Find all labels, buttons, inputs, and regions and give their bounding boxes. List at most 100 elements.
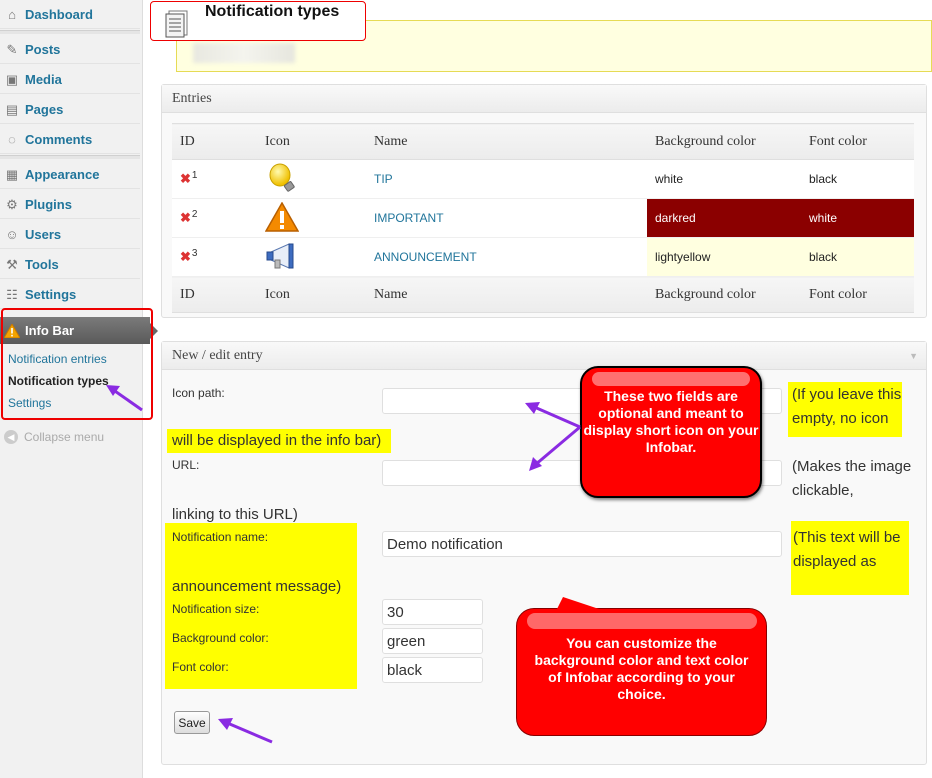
- column-header-font-color: Font color: [801, 123, 914, 160]
- entry-background-color: white: [647, 159, 801, 199]
- users-icon: ☺: [5, 227, 19, 242]
- blurred-notice-text: [193, 43, 295, 63]
- entry-background-color: lightyellow: [647, 237, 801, 277]
- entries-panel: Entries ID Icon Name Background color Fo…: [161, 84, 927, 318]
- menu-separator: [0, 155, 140, 159]
- sidebar-item-plugins[interactable]: ⚙ Plugins: [0, 191, 140, 219]
- collapse-arrow-icon: ◀: [4, 430, 18, 444]
- document-list-icon: [165, 10, 188, 38]
- entries-table: ID Icon Name Background color Font color…: [172, 123, 914, 313]
- comment-icon: ◌: [8, 132, 16, 147]
- column-header-id: ID: [172, 123, 257, 160]
- sidebar-item-label: Dashboard: [25, 7, 93, 22]
- url-label: URL:: [172, 458, 200, 472]
- table-row: ✖ 3 ANNOUNCEMENT lightyellow black: [172, 237, 914, 277]
- sidebar-item-tools[interactable]: ⚒ Tools: [0, 251, 140, 279]
- sidebar-item-users[interactable]: ☺ Users: [0, 221, 140, 249]
- table-header-row: ID Icon Name Background color Font color: [172, 123, 914, 160]
- entry-name[interactable]: TIP: [366, 159, 647, 199]
- plugin-icon: ⚙: [6, 196, 18, 212]
- column-header-icon: Icon: [257, 123, 366, 160]
- url-note-continued: linking to this URL): [172, 506, 298, 523]
- column-footer-icon: Icon: [257, 276, 366, 313]
- callout-customize-colors: You can customize the background color a…: [516, 597, 767, 736]
- menu-separator: [0, 30, 140, 34]
- megaphone-icon: [266, 242, 294, 269]
- icon-path-label: Icon path:: [172, 386, 225, 400]
- entries-panel-title: Entries: [162, 85, 926, 113]
- notification-size-input[interactable]: [382, 599, 483, 625]
- page-title-box: Notification types: [150, 1, 366, 41]
- warning-icon: [264, 200, 300, 232]
- pin-icon: ✎: [6, 41, 18, 57]
- notification-name-input[interactable]: [382, 531, 782, 557]
- entry-font-color: black: [801, 159, 914, 199]
- callout-customize-text: You can customize the background color a…: [534, 635, 749, 702]
- notification-name-note: (This text will be displayed as: [793, 529, 901, 570]
- delete-icon[interactable]: ✖: [180, 249, 191, 265]
- sidebar-item-label: Media: [25, 72, 62, 87]
- font-color-label: Font color:: [172, 660, 229, 674]
- column-header-background-color: Background color: [647, 123, 801, 160]
- url-note: (Makes the image clickable,: [792, 458, 912, 499]
- notification-name-note-continued: announcement message): [172, 578, 342, 595]
- sidebar-item-appearance[interactable]: ▦ Appearance: [0, 161, 140, 189]
- icon-path-note: (If you leave this empty, no icon: [792, 386, 902, 427]
- tools-icon: ⚒: [6, 256, 18, 272]
- media-icon: ▣: [5, 71, 19, 87]
- annotation-highlight-box: [1, 308, 153, 420]
- column-footer-background-color: Background color: [647, 276, 801, 313]
- dashboard-icon: ⌂: [8, 7, 16, 22]
- column-header-name: Name: [366, 123, 647, 160]
- edit-panel-title: New / edit entry: [162, 342, 926, 370]
- column-footer-font-color: Font color: [801, 276, 914, 313]
- sidebar-item-label: Plugins: [25, 197, 72, 212]
- entry-font-color: black: [801, 237, 914, 277]
- callout-optional-fields: These two fields are optional and meant …: [580, 366, 762, 498]
- sidebar-item-label: Posts: [25, 42, 61, 57]
- table-row: ✖ 2 IMPORTANT darkred white: [172, 198, 914, 238]
- sidebar-item-label: Comments: [25, 132, 93, 147]
- table-row: ✖ 1 TIP white black: [172, 159, 914, 199]
- sidebar-item-label: Appearance: [25, 167, 100, 182]
- background-color-label: Background color:: [172, 631, 269, 645]
- callout-optional-fields-text: These two fields are optional and meant …: [583, 388, 759, 455]
- entry-font-color: white: [801, 198, 914, 238]
- delete-icon[interactable]: ✖: [180, 171, 191, 187]
- collapse-menu-label: Collapse menu: [24, 430, 105, 444]
- entry-name[interactable]: ANNOUNCEMENT: [366, 237, 647, 277]
- sidebar-item-settings[interactable]: ☷ Settings: [0, 281, 140, 309]
- sidebar-item-label: Settings: [25, 287, 77, 302]
- sidebar-item-pages[interactable]: ▤ Pages: [0, 96, 140, 124]
- sidebar-item-label: Users: [25, 227, 62, 242]
- delete-icon[interactable]: ✖: [180, 210, 191, 226]
- column-footer-id: ID: [172, 276, 257, 313]
- entry-background-color: darkred: [647, 198, 801, 238]
- admin-sidebar: ⌂ Dashboard ✎ Posts ▣ Media ▤ Pages ◌ Co…: [0, 0, 158, 778]
- lightbulb-icon: [269, 163, 295, 192]
- entry-name[interactable]: IMPORTANT: [366, 198, 647, 238]
- sidebar-item-dashboard[interactable]: ⌂ Dashboard: [0, 1, 140, 29]
- notification-size-label: Notification size:: [172, 602, 260, 616]
- sidebar-item-comments[interactable]: ◌ Comments: [0, 126, 140, 154]
- page-title: Notification types: [205, 3, 340, 20]
- sidebar-item-media[interactable]: ▣ Media: [0, 66, 140, 94]
- entry-id: 3: [191, 247, 198, 259]
- save-button[interactable]: Save: [174, 711, 210, 734]
- pages-icon: ▤: [5, 101, 19, 117]
- callout-tail: [557, 597, 599, 609]
- collapse-menu-button[interactable]: ◀ Collapse menu: [4, 430, 104, 444]
- panel-toggle-icon[interactable]: ▼: [909, 351, 918, 361]
- notification-name-label: Notification name:: [172, 530, 269, 544]
- entry-id: 1: [191, 169, 198, 181]
- settings-icon: ☷: [6, 286, 18, 302]
- appearance-icon: ▦: [5, 166, 19, 182]
- icon-path-note-continued: will be displayed in the info bar): [172, 432, 382, 449]
- sidebar-item-posts[interactable]: ✎ Posts: [0, 36, 140, 64]
- sidebar-item-label: Pages: [25, 102, 64, 117]
- column-footer-name: Name: [366, 276, 647, 313]
- table-footer-row: ID Icon Name Background color Font color: [172, 276, 914, 313]
- font-color-input[interactable]: [382, 657, 483, 683]
- background-color-input[interactable]: [382, 628, 483, 654]
- entry-id: 2: [191, 208, 198, 220]
